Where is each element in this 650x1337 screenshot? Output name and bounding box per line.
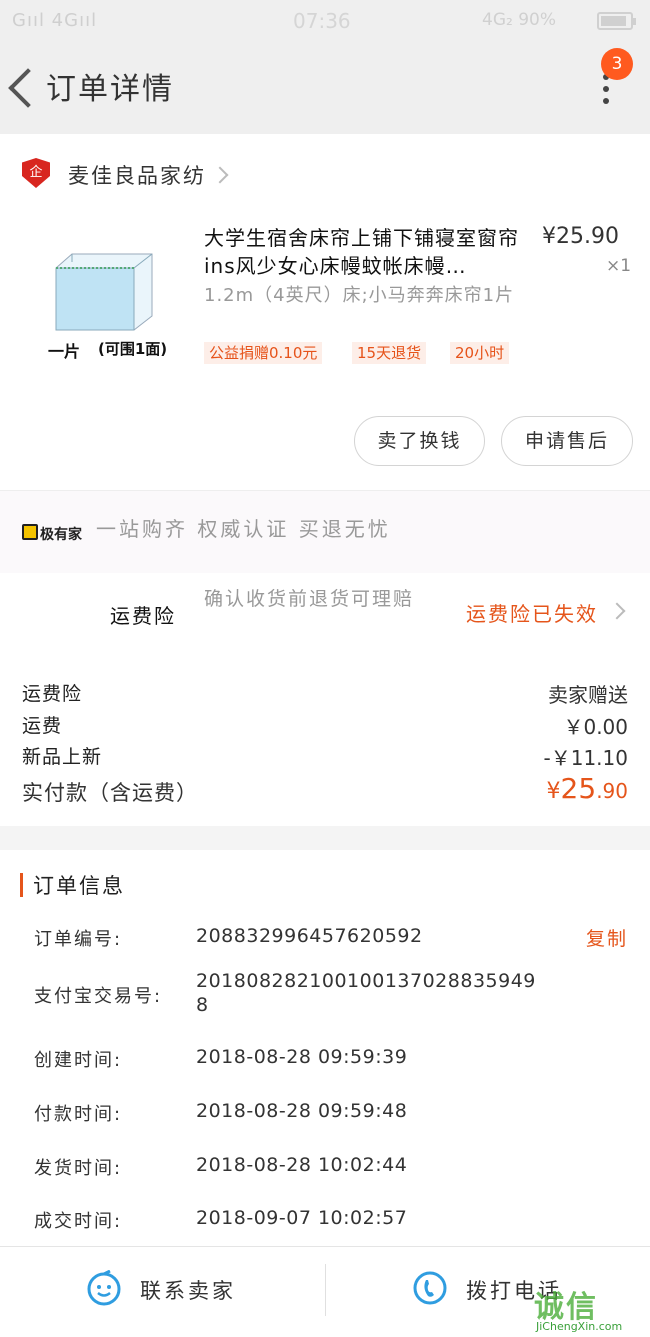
battery-fill xyxy=(601,16,626,26)
chat-bubble-icon[interactable] xyxy=(86,1270,122,1306)
fee-value: ￥0.00 xyxy=(563,715,628,739)
tag-return-policy: 15天退货 xyxy=(352,342,427,364)
fee-label: 新品上新 xyxy=(22,746,103,768)
deal-time: 2018-09-07 10:02:57 xyxy=(196,1207,408,1229)
product-title[interactable]: 大学生宿舍床帘上铺下铺寝室窗帘ins风少女心床幔蚊帐床幔… xyxy=(204,224,536,280)
ship-time: 2018-08-28 10:02:44 xyxy=(196,1154,408,1176)
site-watermark: 诚信 JiChengXin.com xyxy=(522,1282,650,1336)
info-label: 支付宝交易号: xyxy=(34,986,163,1007)
more-menu-icon[interactable] xyxy=(603,74,611,108)
network-battery-text: 4G₂ 90% xyxy=(482,10,556,30)
aftersale-button[interactable]: 申请售后 xyxy=(501,416,633,466)
image-caption-sub: (可围1面) xyxy=(98,340,168,358)
total-amount: ¥25.90 xyxy=(547,772,628,805)
fee-value: 卖家赠送 xyxy=(548,683,628,707)
battery-percent: 90% xyxy=(518,10,557,30)
phone-icon[interactable] xyxy=(412,1270,448,1306)
copy-button[interactable]: 复制 xyxy=(586,924,628,951)
signal-indicator: Gııl 4Gııl xyxy=(12,10,98,31)
info-label: 创建时间: xyxy=(34,1050,123,1071)
info-label: 付款时间: xyxy=(34,1104,123,1125)
order-number: 208832996457620592 xyxy=(196,925,423,947)
total-currency: ¥ xyxy=(546,779,561,804)
product-image[interactable] xyxy=(48,250,158,332)
alipay-trade-number: 2018082821001001370288359498 xyxy=(196,970,536,1016)
jiyoujia-label: 极有家 xyxy=(40,527,82,543)
battery-icon xyxy=(597,12,636,30)
network-label: 4G₂ xyxy=(482,10,513,30)
info-label: 发货时间: xyxy=(34,1158,123,1179)
tag-shipping-time: 20小时 xyxy=(450,342,510,364)
total-integer: 25 xyxy=(560,772,597,805)
fee-label: 运费 xyxy=(22,715,63,737)
total-label: 实付款（含运费） xyxy=(22,781,198,805)
order-info-title: 订单信息 xyxy=(33,874,125,898)
message-count-badge[interactable]: 3 xyxy=(601,48,633,80)
fee-label: 运费险 xyxy=(22,683,83,705)
section-accent-bar xyxy=(20,873,23,897)
product-quantity: ×1 xyxy=(606,256,632,276)
home-icon xyxy=(22,524,38,540)
promo-text: 一站购齐 权威认证 买退无忧 xyxy=(96,517,391,541)
sell-button[interactable]: 卖了换钱 xyxy=(354,416,485,466)
insurance-label: 运费险 xyxy=(110,604,176,628)
insurance-status[interactable]: 运费险已失效 xyxy=(466,598,598,627)
status-time: 07:36 xyxy=(293,9,351,33)
watermark-url: JiChengXin.com xyxy=(536,1320,623,1333)
jiyoujia-logo: 极有家 xyxy=(22,524,82,544)
insurance-desc: 确认收货前退货可理赔 xyxy=(204,588,415,610)
tag-charity: 公益捐赠0.10元 xyxy=(204,342,323,364)
fee-value: -￥11.10 xyxy=(543,746,628,770)
create-time: 2018-08-28 09:59:39 xyxy=(196,1046,408,1068)
info-label: 成交时间: xyxy=(34,1211,123,1232)
bottom-divider xyxy=(325,1264,326,1316)
product-price: ¥25.90 xyxy=(542,224,619,249)
image-caption: 一片 xyxy=(48,342,81,361)
page-title: 订单详情 xyxy=(46,72,174,107)
payment-time: 2018-08-28 09:59:48 xyxy=(196,1100,408,1122)
info-label: 订单编号: xyxy=(34,929,123,950)
contact-seller-button[interactable]: 联系卖家 xyxy=(140,1275,236,1305)
product-sku: 1.2m（4英尺）床;小马奔奔床帘1片 xyxy=(204,285,515,306)
more-dot xyxy=(603,86,609,92)
shop-name[interactable]: 麦佳良品家纺 xyxy=(68,160,206,190)
total-decimal: .90 xyxy=(596,779,628,803)
more-dot xyxy=(603,98,609,104)
